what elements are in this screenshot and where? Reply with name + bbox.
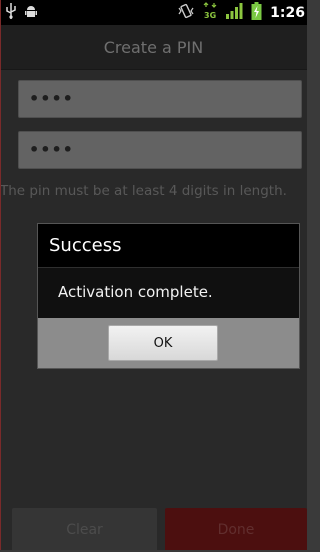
- android-icon: [24, 3, 38, 22]
- battery-charging-icon: [251, 1, 262, 24]
- svg-text:3G: 3G: [204, 11, 216, 20]
- dialog-title: Success: [38, 224, 299, 268]
- dialog-button-bar: OK: [38, 318, 299, 368]
- ok-button[interactable]: OK: [108, 325, 218, 361]
- status-bar-right: 3G 1:26: [177, 1, 307, 24]
- signal-icon: [225, 2, 243, 23]
- status-bar-left: [6, 2, 38, 23]
- 3g-icon: 3G: [203, 1, 217, 24]
- usb-icon: [6, 2, 16, 23]
- status-bar: 3G 1:26: [0, 0, 307, 25]
- status-time: 1:26: [270, 4, 305, 21]
- dialog-message: Activation complete.: [38, 268, 299, 318]
- app-screen: 3G 1:26 Create a PIN •••• •••• The pin m…: [0, 0, 307, 550]
- success-dialog: Success Activation complete. OK: [37, 223, 300, 369]
- screen-edge: [0, 0, 1, 550]
- vibrate-icon: [177, 3, 195, 23]
